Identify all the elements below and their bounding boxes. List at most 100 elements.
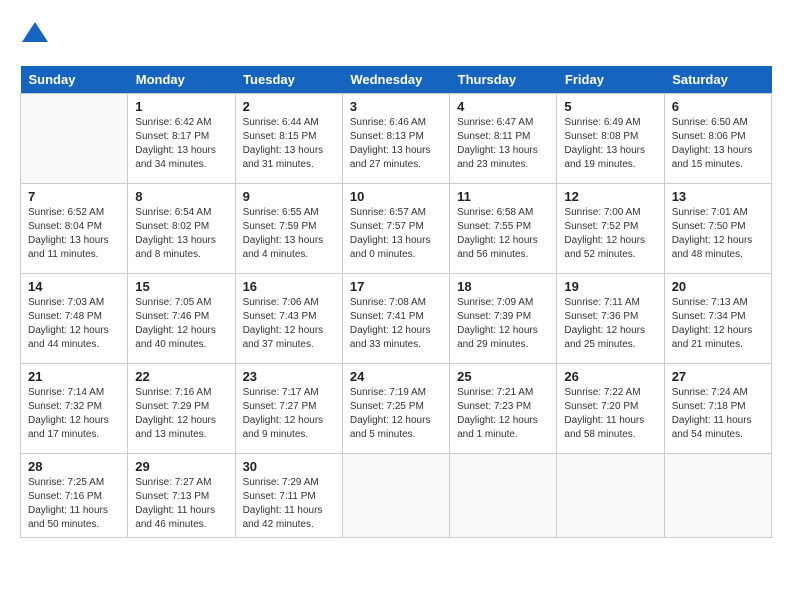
calendar-cell: 13 Sunrise: 7:01 AM Sunset: 7:50 PM Dayli… [664,184,771,274]
day-number: 15 [135,279,227,294]
day-header-saturday: Saturday [664,66,771,94]
day-info: Sunrise: 7:08 AM Sunset: 7:41 PM Dayligh… [350,296,442,352]
calendar-cell: 30 Sunrise: 7:29 AM Sunset: 7:11 PM Dayli… [235,454,342,538]
day-info: Sunrise: 6:58 AM Sunset: 7:55 PM Dayligh… [457,206,549,262]
day-number: 21 [28,369,120,384]
day-info: Sunrise: 7:05 AM Sunset: 7:46 PM Dayligh… [135,296,227,352]
calendar-cell: 27 Sunrise: 7:24 AM Sunset: 7:18 PM Dayli… [664,364,771,454]
logo-icon [20,20,50,50]
day-number: 26 [564,369,656,384]
day-number: 9 [243,189,335,204]
day-number: 20 [672,279,764,294]
day-number: 18 [457,279,549,294]
day-info: Sunrise: 6:52 AM Sunset: 8:04 PM Dayligh… [28,206,120,262]
day-number: 3 [350,99,442,114]
day-number: 8 [135,189,227,204]
day-info: Sunrise: 6:47 AM Sunset: 8:11 PM Dayligh… [457,116,549,172]
calendar-cell: 23 Sunrise: 7:17 AM Sunset: 7:27 PM Dayli… [235,364,342,454]
day-info: Sunrise: 7:11 AM Sunset: 7:36 PM Dayligh… [564,296,656,352]
calendar-cell: 10 Sunrise: 6:57 AM Sunset: 7:57 PM Dayli… [342,184,449,274]
logo [20,20,54,50]
day-info: Sunrise: 6:55 AM Sunset: 7:59 PM Dayligh… [243,206,335,262]
day-info: Sunrise: 7:03 AM Sunset: 7:48 PM Dayligh… [28,296,120,352]
calendar-cell: 11Sunrise: 6:58 AM Sunset: 7:55 PM Dayli… [450,184,557,274]
calendar-cell [450,454,557,538]
calendar-cell: 28Sunrise: 7:25 AM Sunset: 7:16 PM Dayli… [21,454,128,538]
day-number: 12 [564,189,656,204]
calendar-cell: 21 Sunrise: 7:14 AM Sunset: 7:32 PM Dayli… [21,364,128,454]
day-number: 19 [564,279,656,294]
calendar-cell: 5 Sunrise: 6:49 AM Sunset: 8:08 PM Daylig… [557,94,664,184]
day-info: Sunrise: 7:17 AM Sunset: 7:27 PM Dayligh… [243,386,335,442]
day-header-tuesday: Tuesday [235,66,342,94]
calendar-week-1: 1Sunrise: 6:42 AM Sunset: 8:17 PM Daylig… [21,94,772,184]
day-number: 5 [564,99,656,114]
calendar-week-5: 28Sunrise: 7:25 AM Sunset: 7:16 PM Dayli… [21,454,772,538]
calendar-cell [664,454,771,538]
calendar-cell: 16 Sunrise: 7:06 AM Sunset: 7:43 PM Dayli… [235,274,342,364]
day-number: 10 [350,189,442,204]
day-info: Sunrise: 7:13 AM Sunset: 7:34 PM Dayligh… [672,296,764,352]
day-info: Sunrise: 7:19 AM Sunset: 7:25 PM Dayligh… [350,386,442,442]
calendar-week-4: 21 Sunrise: 7:14 AM Sunset: 7:32 PM Dayli… [21,364,772,454]
day-number: 30 [243,459,335,474]
day-info: Sunrise: 6:49 AM Sunset: 8:08 PM Dayligh… [564,116,656,172]
calendar-cell: 1Sunrise: 6:42 AM Sunset: 8:17 PM Daylig… [128,94,235,184]
day-header-thursday: Thursday [450,66,557,94]
day-info: Sunrise: 6:46 AM Sunset: 8:13 PM Dayligh… [350,116,442,172]
day-info: Sunrise: 7:00 AM Sunset: 7:52 PM Dayligh… [564,206,656,262]
calendar-cell: 20 Sunrise: 7:13 AM Sunset: 7:34 PM Dayli… [664,274,771,364]
calendar-cell: 2 Sunrise: 6:44 AM Sunset: 8:15 PM Daylig… [235,94,342,184]
day-info: Sunrise: 6:57 AM Sunset: 7:57 PM Dayligh… [350,206,442,262]
day-number: 23 [243,369,335,384]
page-header [20,20,772,50]
day-number: 2 [243,99,335,114]
calendar-cell: 9 Sunrise: 6:55 AM Sunset: 7:59 PM Daylig… [235,184,342,274]
day-info: Sunrise: 6:54 AM Sunset: 8:02 PM Dayligh… [135,206,227,262]
calendar-cell: 6Sunrise: 6:50 AM Sunset: 8:06 PM Daylig… [664,94,771,184]
day-number: 24 [350,369,442,384]
calendar-cell [21,94,128,184]
day-number: 7 [28,189,120,204]
calendar-cell: 19 Sunrise: 7:11 AM Sunset: 7:36 PM Dayli… [557,274,664,364]
day-info: Sunrise: 7:16 AM Sunset: 7:29 PM Dayligh… [135,386,227,442]
day-number: 27 [672,369,764,384]
day-number: 17 [350,279,442,294]
calendar-cell: 3 Sunrise: 6:46 AM Sunset: 8:13 PM Daylig… [342,94,449,184]
calendar-cell: 15 Sunrise: 7:05 AM Sunset: 7:46 PM Dayli… [128,274,235,364]
day-info: Sunrise: 6:50 AM Sunset: 8:06 PM Dayligh… [672,116,764,172]
calendar-table: SundayMondayTuesdayWednesdayThursdayFrid… [20,66,772,538]
calendar-week-2: 7 Sunrise: 6:52 AM Sunset: 8:04 PM Daylig… [21,184,772,274]
calendar-cell: 14 Sunrise: 7:03 AM Sunset: 7:48 PM Dayli… [21,274,128,364]
day-number: 22 [135,369,227,384]
calendar-cell [342,454,449,538]
day-info: Sunrise: 7:06 AM Sunset: 7:43 PM Dayligh… [243,296,335,352]
calendar-cell: 24 Sunrise: 7:19 AM Sunset: 7:25 PM Dayli… [342,364,449,454]
day-number: 13 [672,189,764,204]
day-info: Sunrise: 6:42 AM Sunset: 8:17 PM Dayligh… [135,116,227,172]
calendar-cell: 17 Sunrise: 7:08 AM Sunset: 7:41 PM Dayli… [342,274,449,364]
calendar-cell: 8 Sunrise: 6:54 AM Sunset: 8:02 PM Daylig… [128,184,235,274]
day-info: Sunrise: 7:22 AM Sunset: 7:20 PM Dayligh… [564,386,656,442]
calendar-cell: 12 Sunrise: 7:00 AM Sunset: 7:52 PM Dayli… [557,184,664,274]
day-number: 14 [28,279,120,294]
day-number: 28 [28,459,120,474]
day-info: Sunrise: 7:14 AM Sunset: 7:32 PM Dayligh… [28,386,120,442]
day-header-sunday: Sunday [21,66,128,94]
day-info: Sunrise: 6:44 AM Sunset: 8:15 PM Dayligh… [243,116,335,172]
calendar-cell: 25 Sunrise: 7:21 AM Sunset: 7:23 PM Dayli… [450,364,557,454]
day-header-wednesday: Wednesday [342,66,449,94]
day-info: Sunrise: 7:29 AM Sunset: 7:11 PM Dayligh… [243,476,335,532]
calendar-cell: 29 Sunrise: 7:27 AM Sunset: 7:13 PM Dayli… [128,454,235,538]
day-number: 25 [457,369,549,384]
day-info: Sunrise: 7:27 AM Sunset: 7:13 PM Dayligh… [135,476,227,532]
calendar-week-3: 14 Sunrise: 7:03 AM Sunset: 7:48 PM Dayli… [21,274,772,364]
day-info: Sunrise: 7:21 AM Sunset: 7:23 PM Dayligh… [457,386,549,442]
calendar-cell: 22 Sunrise: 7:16 AM Sunset: 7:29 PM Dayli… [128,364,235,454]
day-header-monday: Monday [128,66,235,94]
day-info: Sunrise: 7:24 AM Sunset: 7:18 PM Dayligh… [672,386,764,442]
calendar-cell: 7 Sunrise: 6:52 AM Sunset: 8:04 PM Daylig… [21,184,128,274]
day-number: 16 [243,279,335,294]
day-number: 29 [135,459,227,474]
day-info: Sunrise: 7:01 AM Sunset: 7:50 PM Dayligh… [672,206,764,262]
